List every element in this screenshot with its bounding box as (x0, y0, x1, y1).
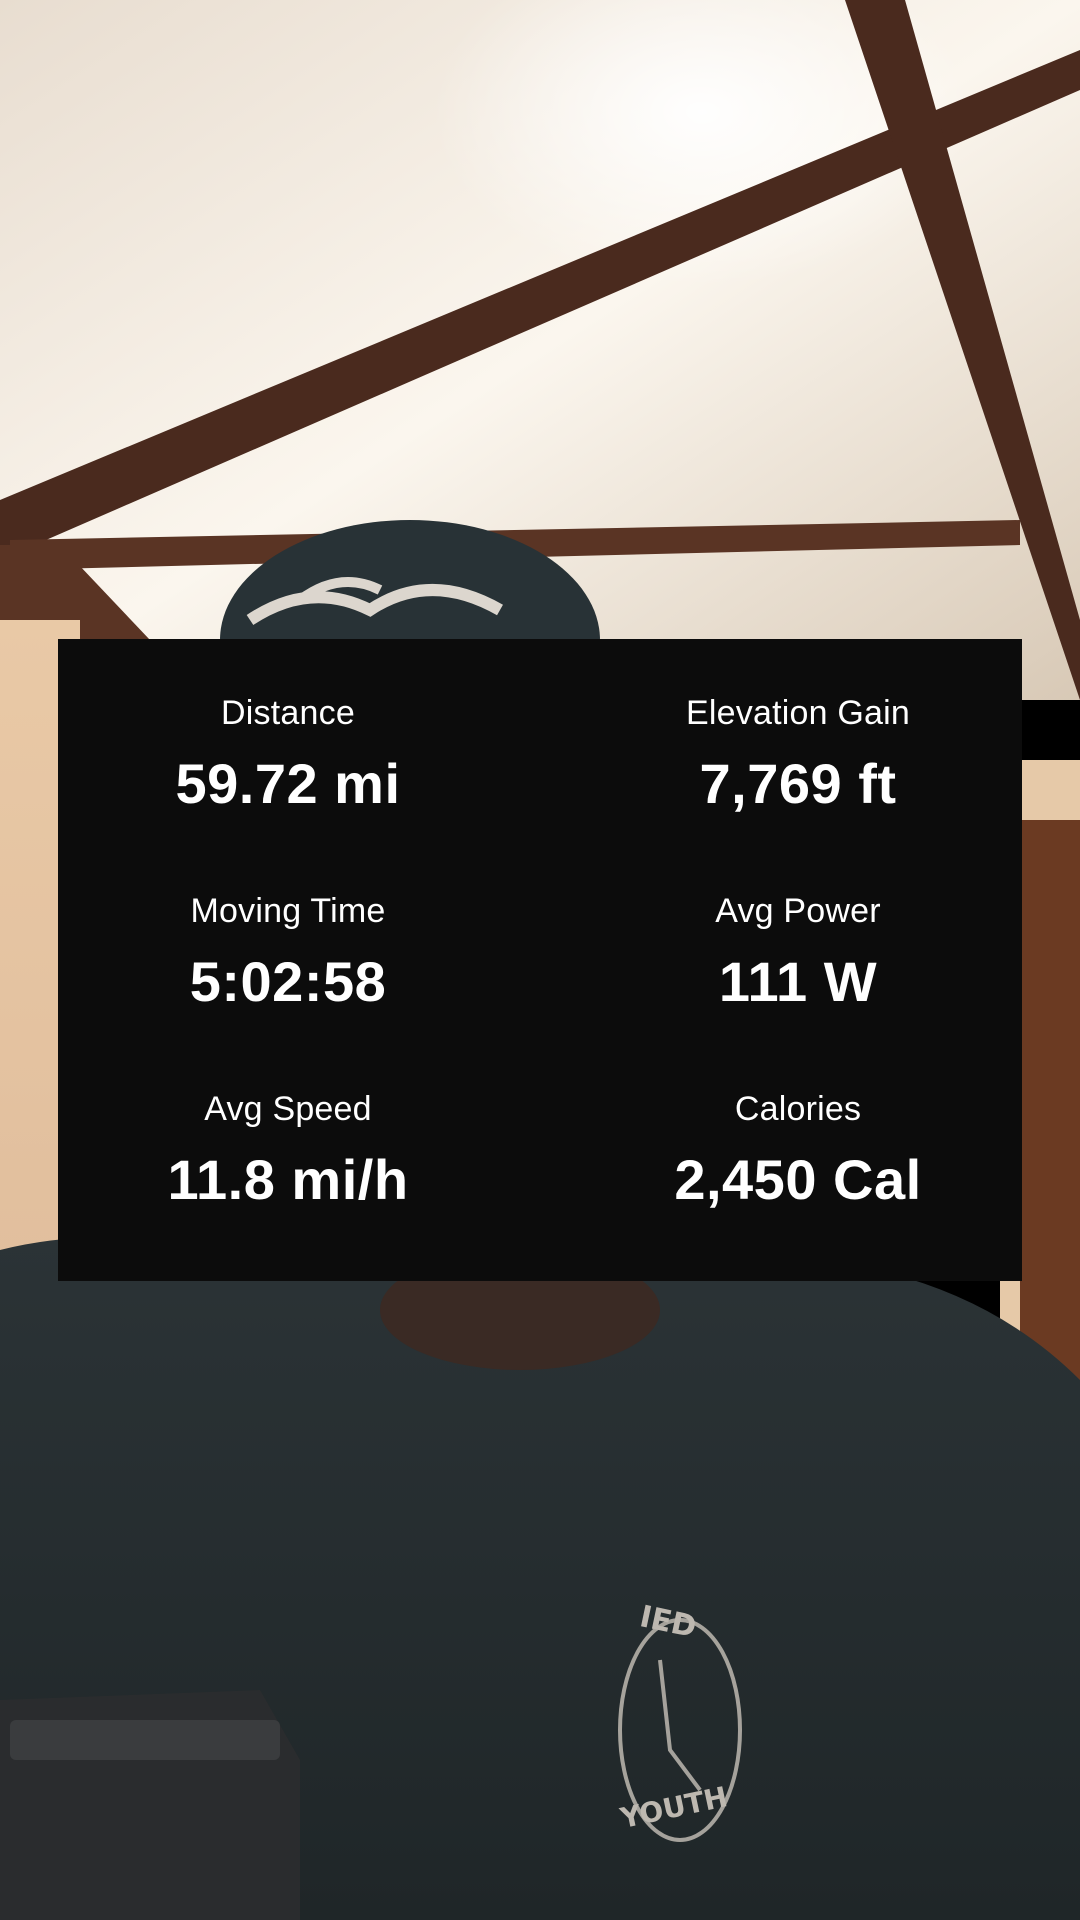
stat-avg-speed: Avg Speed 11.8 mi/h (58, 1089, 518, 1211)
stat-calories-value: 2,450 Cal (674, 1148, 922, 1211)
stat-elevation-gain: Elevation Gain 7,769 ft (568, 693, 1028, 815)
stat-avg-power: Avg Power 111 W (568, 891, 1028, 1013)
stat-calories-label: Calories (734, 1090, 862, 1128)
stat-avg-power-label: Avg Power (715, 892, 881, 930)
stat-avg-power-value: 111 W (718, 950, 878, 1013)
activity-stats-card: Distance 59.72 mi Elevation Gain 7,769 f… (58, 639, 1022, 1281)
stat-elevation-gain-label: Elevation Gain (686, 694, 910, 732)
stat-avg-speed-value: 11.8 mi/h (167, 1148, 409, 1211)
stat-moving-time: Moving Time 5:02:58 (58, 891, 518, 1013)
stat-calories: Calories 2,450 Cal (568, 1089, 1028, 1211)
stat-distance-label: Distance (221, 694, 355, 732)
stat-elevation-gain-value: 7,769 ft (699, 752, 897, 815)
stat-avg-speed-label: Avg Speed (204, 1090, 372, 1128)
stat-distance-value: 59.72 mi (175, 752, 401, 815)
stat-moving-time-label: Moving Time (190, 892, 386, 930)
stat-distance: Distance 59.72 mi (58, 693, 518, 815)
stat-moving-time-value: 5:02:58 (189, 950, 387, 1013)
